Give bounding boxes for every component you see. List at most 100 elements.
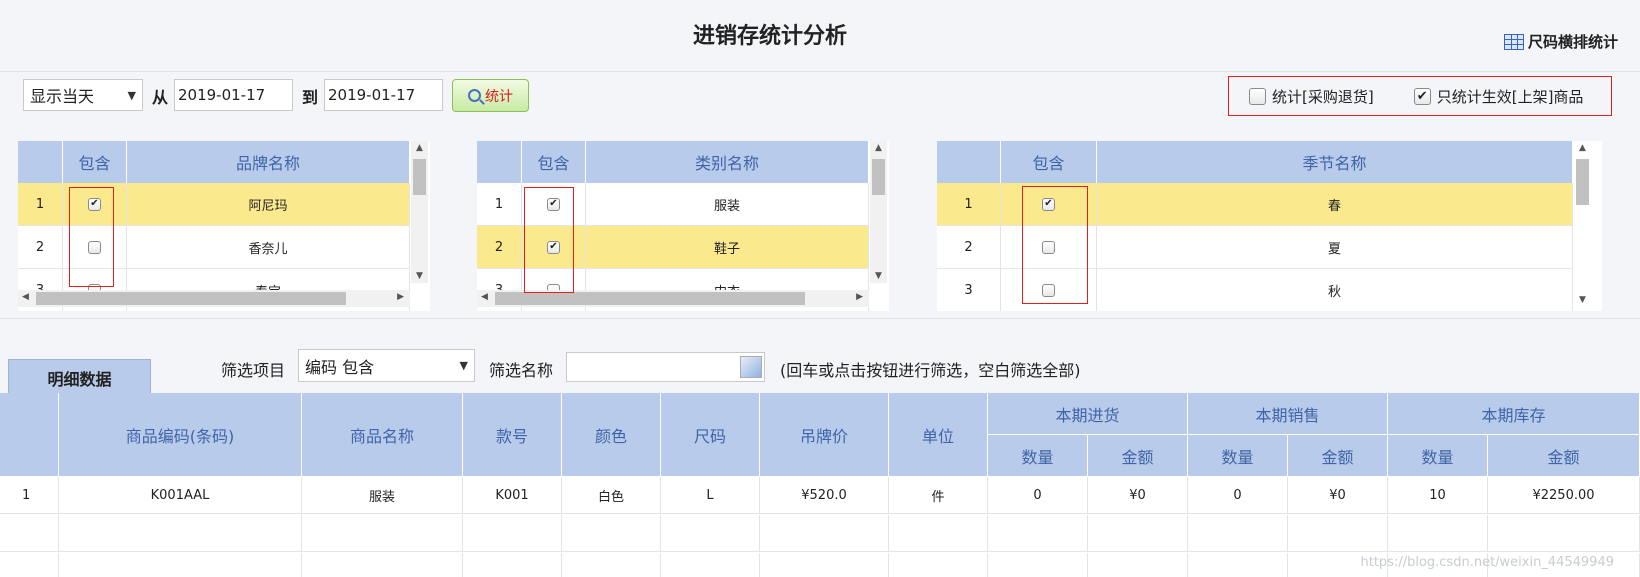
brand-header-include: 包含 [63,141,127,183]
purchase-return-option[interactable]: 统计[采购退货] [1249,86,1374,107]
brand-include-highlight [69,187,114,287]
from-date-input[interactable]: 2019-01-17 [174,79,293,111]
scroll-right-icon[interactable]: ▶ [397,292,404,302]
tab-detail-data[interactable]: 明细数据 [8,359,151,395]
header-unit[interactable]: 单位 [889,393,988,477]
cell-style: K001 [463,477,562,514]
cell-tag-price: ¥520.0 [760,477,889,514]
filter-image-icon[interactable] [740,356,762,378]
cell-stock-amount: ¥2250.00 [1488,477,1640,514]
header-divider [0,71,1640,72]
active-only-label: 只统计生效[上架]商品 [1436,87,1584,106]
section-divider [0,318,1640,319]
header-index [0,393,59,477]
category-header-name: 类别名称 [586,141,869,183]
category-header-include: 包含 [522,141,586,183]
brand-name: 香奈儿 [127,226,410,268]
scroll-up-icon[interactable]: ▲ [870,143,887,153]
header-size[interactable]: 尺码 [661,393,760,477]
purchase-return-checkbox[interactable] [1249,87,1266,105]
size-horizontal-stat-link[interactable]: 尺码横排统计 [1503,31,1618,52]
cell-purchase-qty: 0 [988,477,1088,514]
scroll-thumb[interactable] [872,159,885,195]
scroll-down-icon[interactable]: ▼ [1574,295,1591,305]
header-stock-qty[interactable]: 数量 [1388,435,1488,477]
scroll-thumb[interactable] [1576,159,1589,205]
season-name: 秋 [1097,269,1573,311]
cell-name: 服装 [302,477,463,514]
season-vertical-scrollbar[interactable]: ▲ ▼ [1574,141,1591,311]
category-vertical-scrollbar[interactable]: ▲ ▼ [870,141,887,283]
stat-options: 统计[采购退货] ✔ 只统计生效[上架]商品 [1228,76,1612,116]
scroll-down-icon[interactable]: ▼ [411,271,428,281]
header-purchase-amount[interactable]: 金额 [1088,435,1188,477]
cell-unit: 件 [889,477,988,514]
brand-vertical-scrollbar[interactable]: ▲ ▼ [411,141,428,283]
active-only-checkbox[interactable]: ✔ [1413,87,1431,105]
header-code[interactable]: 商品编码(条码) [59,393,302,477]
purchase-return-label: 统计[采购退货] [1272,87,1374,106]
watermark: https://blog.csdn.net/weixin_44549949 [1360,555,1614,570]
header-tag-price[interactable]: 吊牌价 [760,393,889,477]
cell-purchase-amount: ¥0 [1088,477,1188,514]
range-select[interactable]: 显示当天 ▼ [23,79,143,111]
cell-sales-amount: ¥0 [1288,477,1388,514]
range-select-value: 显示当天 [30,87,95,106]
season-header-include: 包含 [1001,141,1097,183]
filter-item-select[interactable]: 编码 包含 ▼ [298,349,475,382]
header-purchase: 本期进货 [988,393,1188,435]
row-index: 1 [0,477,59,514]
table-row[interactable]: 1 K001AAL 服装 K001 白色 L ¥520.0 件 0 ¥0 0 ¥… [0,477,1640,514]
header-purchase-qty[interactable]: 数量 [988,435,1088,477]
detail-table: 商品编码(条码) 商品名称 款号 颜色 尺码 吊牌价 单位 本期进货 本期销售 … [0,393,1640,577]
filter-item-select-value: 编码 包含 [305,357,375,377]
row-index: 1 [477,183,522,225]
header-sales: 本期销售 [1188,393,1388,435]
brand-grid-header: 包含 品牌名称 [18,141,410,183]
scroll-up-icon[interactable]: ▲ [411,143,428,153]
cell-size: L [661,477,760,514]
filter-name-label: 筛选名称 [489,361,554,380]
brand-horizontal-scrollbar[interactable]: ◀ ▶ [18,290,410,307]
scroll-thumb[interactable] [413,159,426,195]
table-row [0,515,1640,552]
cell-code: K001AAL [59,477,302,514]
category-include-highlight [524,187,574,293]
header-name[interactable]: 商品名称 [302,393,463,477]
to-date-input[interactable]: 2019-01-17 [324,79,443,111]
scroll-thumb[interactable] [36,292,346,305]
scroll-down-icon[interactable]: ▼ [870,271,887,281]
category-name: 鞋子 [586,226,869,268]
chevron-down-icon: ▼ [127,88,136,102]
header-sales-qty[interactable]: 数量 [1188,435,1288,477]
table-icon [1503,33,1524,50]
stat-button-label: 统计 [485,88,513,105]
from-label: 从 [152,88,169,107]
header-style[interactable]: 款号 [463,393,562,477]
header-stock-amount[interactable]: 金额 [1488,435,1640,477]
active-only-option[interactable]: ✔ 只统计生效[上架]商品 [1413,86,1584,107]
season-header-name: 季节名称 [1097,141,1573,183]
scroll-thumb[interactable] [495,292,805,305]
season-grid-header: 包含 季节名称 [937,141,1573,183]
filter-item-label: 筛选项目 [221,361,286,380]
row-index: 3 [937,269,1001,311]
header-color[interactable]: 颜色 [562,393,661,477]
season-include-highlight [1022,186,1088,304]
row-index: 1 [18,183,63,225]
filter-name-input[interactable] [566,352,765,382]
category-header-index [477,141,522,183]
chevron-down-icon: ▼ [459,359,468,372]
filter-hint: (回车或点击按钮进行筛选，空白筛选全部) [780,361,1081,380]
row-index: 2 [937,226,1001,268]
row-index: 2 [18,226,63,268]
scroll-left-icon[interactable]: ◀ [481,292,488,302]
brand-name: 阿尼玛 [127,183,410,225]
row-index: 1 [937,183,1001,225]
scroll-right-icon[interactable]: ▶ [856,292,863,302]
stat-button[interactable]: 统计 [452,79,529,112]
scroll-left-icon[interactable]: ◀ [22,292,29,302]
header-sales-amount[interactable]: 金额 [1288,435,1388,477]
search-icon [468,89,481,102]
scroll-up-icon[interactable]: ▲ [1574,143,1591,153]
